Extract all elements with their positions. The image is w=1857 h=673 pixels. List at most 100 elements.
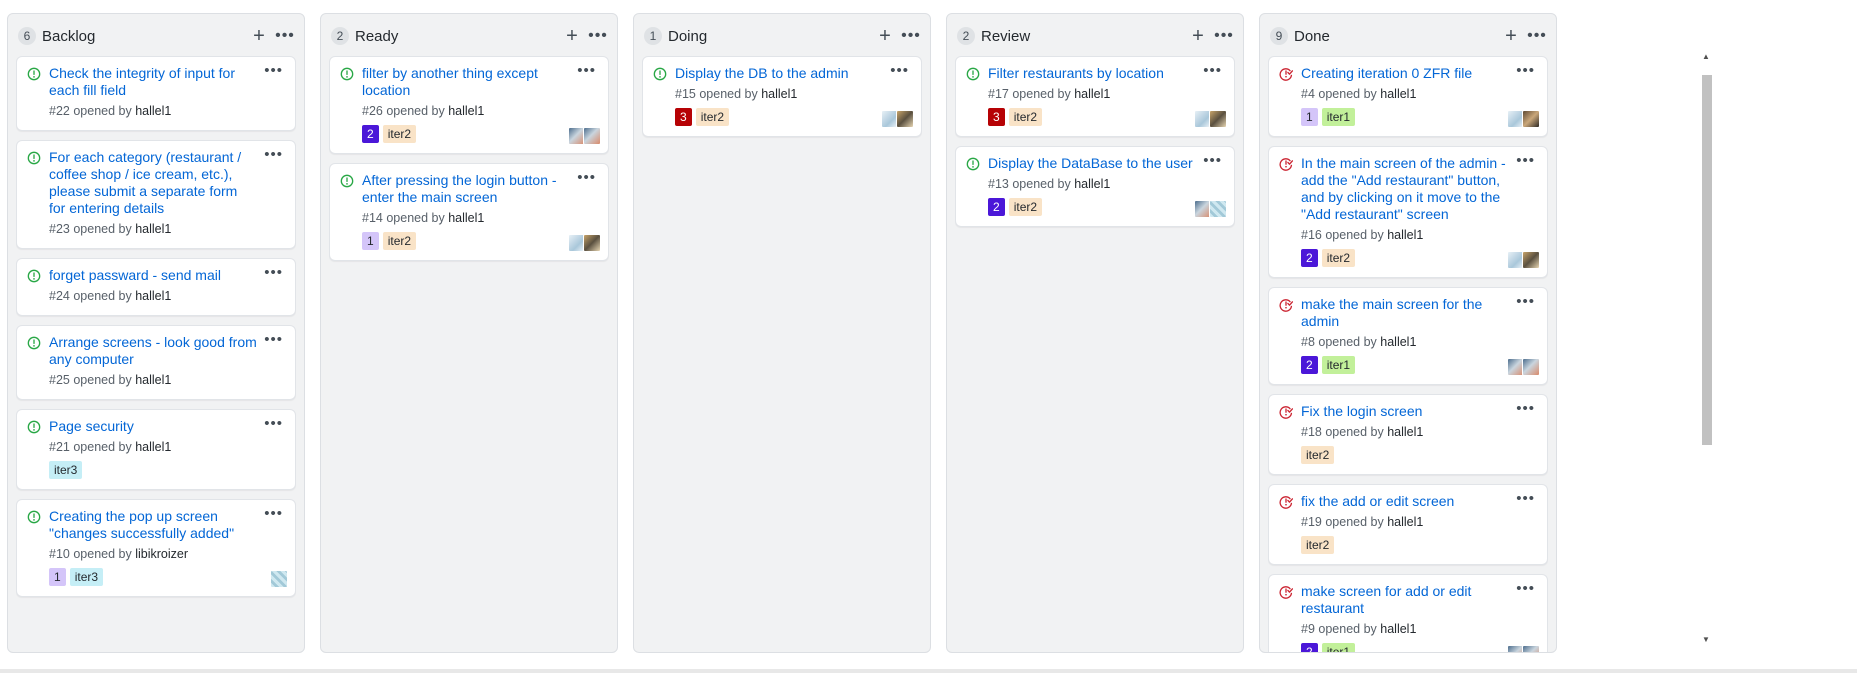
issue-label[interactable]: iter2 xyxy=(1321,249,1356,267)
card-menu-kebab-icon[interactable]: ••• xyxy=(1516,62,1535,79)
issue-label[interactable]: iter1 xyxy=(1321,356,1356,374)
issue-label[interactable]: 1 xyxy=(1301,108,1318,126)
issue-card[interactable]: Fix the login screen #18 opened by hallel… xyxy=(1268,394,1548,475)
horizontal-scrollbar[interactable] xyxy=(0,669,1857,673)
issue-label[interactable]: 2 xyxy=(1301,249,1318,267)
avatar[interactable] xyxy=(1522,251,1540,269)
issue-title-link[interactable]: Filter restaurants by location xyxy=(988,65,1196,82)
scroll-down-arrow-icon[interactable]: ▼ xyxy=(1700,633,1712,647)
issue-card[interactable]: Check the integrity of input for each fi… xyxy=(16,56,296,131)
issue-title-link[interactable]: After pressing the login button - enter … xyxy=(362,172,570,206)
issue-author-link[interactable]: hallel1 xyxy=(761,87,797,101)
issue-label[interactable]: iter3 xyxy=(69,568,104,586)
card-menu-kebab-icon[interactable]: ••• xyxy=(264,264,283,281)
issue-title-link[interactable]: Display the DB to the admin xyxy=(675,65,883,82)
issue-card[interactable]: In the main screen of the admin - add th… xyxy=(1268,146,1548,278)
issue-author-link[interactable]: hallel1 xyxy=(1387,425,1423,439)
issue-title-link[interactable]: Fix the login screen xyxy=(1301,403,1509,420)
issue-title-link[interactable]: make screen for add or edit restaurant xyxy=(1301,583,1509,617)
card-menu-kebab-icon[interactable]: ••• xyxy=(1516,400,1535,417)
issue-author-link[interactable]: hallel1 xyxy=(135,289,171,303)
issue-title-link[interactable]: Display the DataBase to the user xyxy=(988,155,1196,172)
issue-card[interactable]: fix the add or edit screen #19 opened by … xyxy=(1268,484,1548,565)
issue-card[interactable]: Arrange screens - look good from any com… xyxy=(16,325,296,400)
column-menu-kebab-icon[interactable]: ••• xyxy=(898,24,924,48)
issue-label[interactable]: iter2 xyxy=(1008,198,1043,216)
card-menu-kebab-icon[interactable]: ••• xyxy=(1516,490,1535,507)
done-column-scrollbar-thumb[interactable] xyxy=(1702,75,1712,445)
issue-author-link[interactable]: hallel1 xyxy=(135,222,171,236)
card-menu-kebab-icon[interactable]: ••• xyxy=(264,62,283,79)
column-menu-kebab-icon[interactable]: ••• xyxy=(1211,24,1237,48)
issue-card[interactable]: Page security #21 opened by hallel1 iter3 •… xyxy=(16,409,296,490)
card-menu-kebab-icon[interactable]: ••• xyxy=(264,331,283,348)
issue-label[interactable]: 3 xyxy=(675,108,692,126)
card-menu-kebab-icon[interactable]: ••• xyxy=(1203,152,1222,169)
issue-author-link[interactable]: hallel1 xyxy=(1387,228,1423,242)
issue-author-link[interactable]: hallel1 xyxy=(448,104,484,118)
issue-card[interactable]: Display the DB to the admin #15 opened by… xyxy=(642,56,922,137)
avatar[interactable] xyxy=(1522,645,1540,652)
column-menu-kebab-icon[interactable]: ••• xyxy=(1524,24,1550,48)
card-menu-kebab-icon[interactable]: ••• xyxy=(890,62,909,79)
issue-title-link[interactable]: In the main screen of the admin - add th… xyxy=(1301,155,1509,223)
avatar[interactable] xyxy=(583,234,601,252)
issue-card[interactable]: Creating iteration 0 ZFR file #4 opened b… xyxy=(1268,56,1548,137)
issue-label[interactable]: 2 xyxy=(988,198,1005,216)
card-menu-kebab-icon[interactable]: ••• xyxy=(577,62,596,79)
issue-label[interactable]: iter2 xyxy=(1301,536,1335,554)
issue-author-link[interactable]: hallel1 xyxy=(1380,335,1416,349)
issue-title-link[interactable]: Check the integrity of input for each fi… xyxy=(49,65,257,99)
issue-author-link[interactable]: hallel1 xyxy=(1387,515,1423,529)
scroll-up-arrow-icon[interactable]: ▲ xyxy=(1700,50,1712,64)
add-card-plus-icon[interactable]: + xyxy=(872,24,898,48)
issue-title-link[interactable]: forget passward - send mail xyxy=(49,267,257,284)
card-menu-kebab-icon[interactable]: ••• xyxy=(264,146,283,163)
card-menu-kebab-icon[interactable]: ••• xyxy=(1516,152,1535,169)
avatar[interactable] xyxy=(1522,358,1540,376)
issue-title-link[interactable]: filter by another thing except location xyxy=(362,65,570,99)
add-card-plus-icon[interactable]: + xyxy=(246,24,272,48)
issue-author-link[interactable]: hallel1 xyxy=(448,211,484,225)
issue-author-link[interactable]: libikroizer xyxy=(135,547,188,561)
issue-label[interactable]: iter2 xyxy=(382,232,417,250)
issue-label[interactable]: 2 xyxy=(1301,643,1318,652)
issue-author-link[interactable]: hallel1 xyxy=(1074,177,1110,191)
issue-label[interactable]: iter2 xyxy=(382,125,417,143)
issue-label[interactable]: iter1 xyxy=(1321,108,1356,126)
issue-label[interactable]: 1 xyxy=(362,232,379,250)
card-menu-kebab-icon[interactable]: ••• xyxy=(1203,62,1222,79)
column-menu-kebab-icon[interactable]: ••• xyxy=(585,24,611,48)
issue-card[interactable]: Filter restaurants by location #17 opened… xyxy=(955,56,1235,137)
issue-label[interactable]: iter3 xyxy=(49,461,83,479)
card-menu-kebab-icon[interactable]: ••• xyxy=(264,415,283,432)
avatar[interactable] xyxy=(896,110,914,128)
issue-card[interactable]: filter by another thing except location #… xyxy=(329,56,609,154)
issue-author-link[interactable]: hallel1 xyxy=(1380,622,1416,636)
issue-author-link[interactable]: hallel1 xyxy=(135,440,171,454)
issue-label[interactable]: iter1 xyxy=(1321,643,1356,652)
issue-title-link[interactable]: Page security xyxy=(49,418,257,435)
issue-author-link[interactable]: hallel1 xyxy=(135,373,171,387)
avatar[interactable] xyxy=(1522,110,1540,128)
issue-title-link[interactable]: Creating the pop up screen "changes succ… xyxy=(49,508,257,542)
issue-card[interactable]: Creating the pop up screen "changes succ… xyxy=(16,499,296,597)
avatar[interactable] xyxy=(583,127,601,145)
avatar[interactable] xyxy=(1209,110,1227,128)
card-menu-kebab-icon[interactable]: ••• xyxy=(577,169,596,186)
issue-card[interactable]: make the main screen for the admin #8 ope… xyxy=(1268,287,1548,385)
avatar[interactable] xyxy=(270,570,288,588)
card-menu-kebab-icon[interactable]: ••• xyxy=(264,505,283,522)
add-card-plus-icon[interactable]: + xyxy=(559,24,585,48)
issue-title-link[interactable]: Arrange screens - look good from any com… xyxy=(49,334,257,368)
issue-card[interactable]: For each category (restaurant / coffee s… xyxy=(16,140,296,249)
issue-label[interactable]: iter2 xyxy=(1301,446,1335,464)
card-menu-kebab-icon[interactable]: ••• xyxy=(1516,580,1535,597)
issue-card[interactable]: forget passward - send mail #24 opened by… xyxy=(16,258,296,316)
issue-card[interactable]: make screen for add or edit restaurant #9… xyxy=(1268,574,1548,652)
issue-author-link[interactable]: hallel1 xyxy=(1380,87,1416,101)
issue-title-link[interactable]: Creating iteration 0 ZFR file xyxy=(1301,65,1509,82)
issue-author-link[interactable]: hallel1 xyxy=(135,104,171,118)
issue-author-link[interactable]: hallel1 xyxy=(1074,87,1110,101)
issue-label[interactable]: 1 xyxy=(49,568,66,586)
